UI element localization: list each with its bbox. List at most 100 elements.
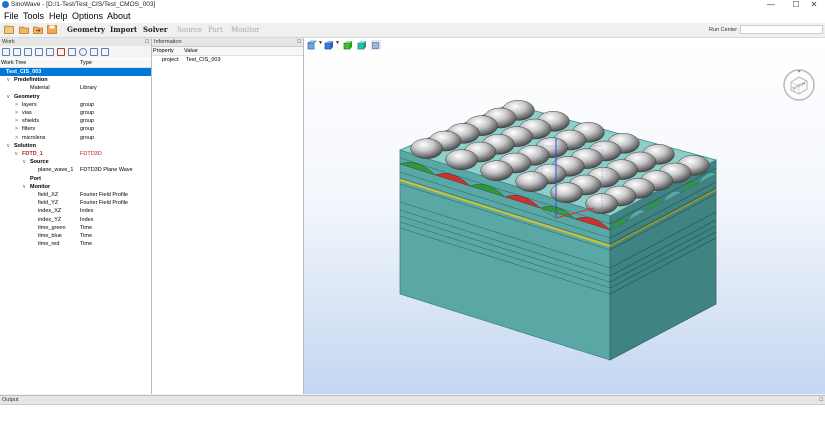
tree-item-label: shields: [22, 118, 40, 125]
tree-row[interactable]: Test_CIS_003: [0, 68, 151, 77]
menu-bar: File Tools Help Options About: [0, 10, 825, 23]
tree-row[interactable]: > microlens group: [0, 134, 151, 142]
tree-item-label: microlens: [22, 134, 46, 141]
tree-item-type: group: [80, 126, 95, 133]
grid-icon[interactable]: [90, 48, 98, 56]
tree-row[interactable]: time_green Time: [0, 224, 151, 232]
menu-file[interactable]: File: [4, 10, 19, 23]
paste-icon[interactable]: [35, 48, 43, 56]
cmos-sensor-model[interactable]: [304, 38, 825, 394]
microlens: [515, 171, 548, 192]
tree-row[interactable]: field_YZ Fourier Field Profile: [0, 199, 151, 207]
pin-icon[interactable]: □: [297, 38, 301, 46]
run-center-field[interactable]: [740, 25, 823, 34]
tree-row[interactable]: > filters group: [0, 125, 151, 133]
tree-row[interactable]: > layers group: [0, 101, 151, 109]
import-folder-icon[interactable]: [33, 25, 43, 34]
open-folder-icon[interactable]: [19, 25, 29, 34]
delete-icon[interactable]: [57, 48, 65, 56]
output-panel-header: Output □: [0, 396, 825, 405]
collapse-arrow-icon[interactable]: >: [15, 101, 18, 109]
tree-row[interactable]: plane_wave_1 FDTD3D Plane Wave: [0, 166, 151, 174]
tab-solver[interactable]: Solver: [143, 23, 168, 37]
tree-row[interactable]: time_blue Time: [0, 232, 151, 240]
tree-item-type: FDTD3D: [80, 151, 102, 157]
tab-geometry[interactable]: Geometry: [67, 23, 105, 37]
column-work-tree[interactable]: Work Tree: [1, 59, 26, 67]
tree-item-label: Monitor: [30, 183, 51, 190]
info-row[interactable]: project Test_CIS_003: [152, 56, 303, 64]
tree-item-label: time_green: [38, 224, 66, 231]
menu-about[interactable]: About: [107, 10, 131, 23]
new-project-icon[interactable]: [4, 25, 14, 34]
tree-item-type: Library: [80, 85, 97, 92]
tree-row[interactable]: Port: [0, 175, 151, 183]
move-down-icon[interactable]: [13, 48, 21, 56]
tree-row[interactable]: Material Library: [0, 84, 151, 92]
cancel-icon[interactable]: [79, 48, 87, 56]
tab-import[interactable]: Import: [110, 23, 137, 37]
expand-arrow-icon[interactable]: v: [15, 150, 18, 158]
tree-row[interactable]: v Monitor: [0, 183, 151, 191]
tree-item-label: field_XZ: [38, 192, 59, 198]
column-value[interactable]: Value: [184, 47, 198, 55]
column-property[interactable]: Property: [153, 47, 174, 55]
window-title: SinoWave - [D:/1-Test/Test_CIS/Test_CMOS…: [11, 1, 156, 8]
tab-source[interactable]: Source: [177, 23, 202, 37]
tree-row[interactable]: field_XZ Fourier Field Profile: [0, 191, 151, 199]
tree-row[interactable]: v Predefinition: [0, 76, 151, 84]
work-panel: Work □ Work Tree Type Test_CIS_003 v Prede…: [0, 38, 152, 394]
microlens: [410, 138, 443, 159]
move-up-icon[interactable]: [2, 48, 10, 56]
menu-help[interactable]: Help: [49, 10, 68, 23]
close-button[interactable]: ✕: [803, 0, 825, 10]
menu-tools[interactable]: Tools: [23, 10, 44, 23]
expand-arrow-icon[interactable]: v: [7, 142, 10, 150]
tree-row[interactable]: > shields group: [0, 117, 151, 125]
pin-icon[interactable]: □: [145, 38, 149, 46]
tree-item-label: Solution: [14, 142, 36, 149]
collapse-arrow-icon[interactable]: >: [15, 125, 18, 133]
tree-row[interactable]: v Geometry: [0, 93, 151, 101]
tree-item-type: Fourier Field Profile: [80, 192, 128, 198]
cut-icon[interactable]: [68, 48, 76, 56]
tree-row[interactable]: index_YZ Index: [0, 216, 151, 224]
tree-row[interactable]: > vias group: [0, 109, 151, 117]
expand-arrow-icon[interactable]: v: [7, 93, 10, 101]
tree-row[interactable]: v Solution: [0, 142, 151, 150]
tree-row[interactable]: time_red Time: [0, 240, 151, 248]
tree-item-type: group: [80, 118, 95, 125]
collapse-arrow-icon[interactable]: >: [15, 109, 18, 117]
collapse-arrow-icon[interactable]: >: [15, 117, 18, 125]
tree-row[interactable]: index_XZ Index: [0, 207, 151, 215]
tree-item-type: group: [80, 101, 95, 108]
duplicate-icon[interactable]: [46, 48, 54, 56]
tree-item-label: field_YZ: [38, 200, 59, 207]
tree-item-label: plane_wave_1: [38, 167, 74, 174]
menu-options[interactable]: Options: [72, 10, 103, 23]
output-panel: Output □: [0, 395, 825, 446]
expand-arrow-icon[interactable]: v: [7, 76, 10, 84]
tree-item-label: Predefinition: [14, 77, 48, 84]
info-property: project: [162, 57, 179, 63]
pin-icon[interactable]: □: [819, 396, 823, 404]
copy-icon[interactable]: [24, 48, 32, 56]
save-icon[interactable]: [47, 25, 57, 34]
tree-item-type: Time: [80, 241, 93, 248]
tree-row[interactable]: v FDTD_1 FDTD3D: [0, 150, 151, 158]
collapse-arrow-icon[interactable]: >: [15, 134, 18, 142]
tab-port[interactable]: Port: [208, 23, 223, 37]
expand-arrow-icon[interactable]: v: [23, 183, 26, 191]
tree-item-label: filters: [22, 126, 36, 133]
expand-arrow-icon[interactable]: v: [23, 158, 26, 166]
tree-item-label: FDTD_1: [22, 151, 43, 157]
tab-monitor[interactable]: Monitor: [231, 23, 260, 37]
output-panel-title: Output: [2, 397, 19, 403]
column-type[interactable]: Type: [80, 59, 92, 67]
layout-icon[interactable]: [101, 48, 109, 56]
3d-viewport[interactable]: ▼ ▼ BOTTOM: [304, 38, 825, 394]
microlens: [480, 160, 513, 181]
information-panel-title: Information: [154, 39, 182, 45]
minimize-button[interactable]: —: [760, 0, 782, 10]
tree-row[interactable]: v Source: [0, 158, 151, 166]
